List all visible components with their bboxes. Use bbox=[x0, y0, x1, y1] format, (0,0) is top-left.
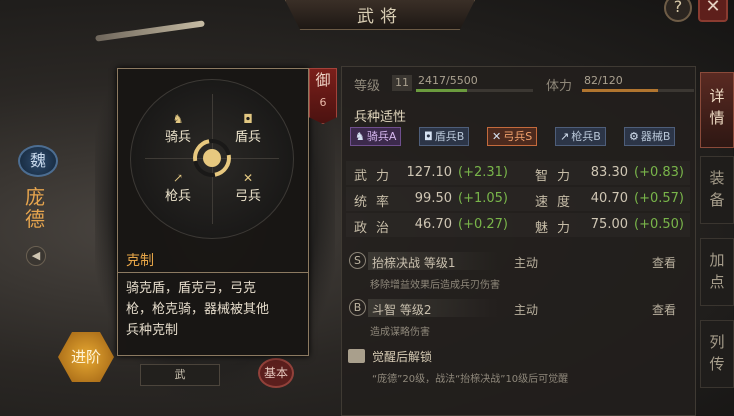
stamina-bar-fill bbox=[582, 89, 659, 92]
help-button[interactable]: ? bbox=[664, 0, 692, 22]
stat-value: 40.70 bbox=[590, 191, 628, 206]
tab-biography[interactable]: 列传 bbox=[700, 320, 734, 388]
level-value: 11 bbox=[392, 75, 412, 91]
horse-icon: ♞ bbox=[172, 112, 184, 126]
speaker-icon[interactable]: ◀ bbox=[26, 246, 46, 266]
stat-value: 83.30 bbox=[590, 165, 628, 180]
awakening-title: 觉醒后解锁 bbox=[372, 350, 433, 364]
stat-name: 魅力 bbox=[535, 221, 580, 236]
stat-value: 46.70 bbox=[414, 217, 452, 232]
bow-icon: ✕ bbox=[242, 171, 254, 185]
stat-value: 75.00 bbox=[590, 217, 628, 232]
shield-icon: ◘ bbox=[243, 112, 253, 126]
faction-badge: 魏 bbox=[18, 145, 58, 177]
stat-value: 127.10 bbox=[406, 165, 453, 180]
page-title: 武将 bbox=[357, 7, 403, 27]
affinity-chip-spear[interactable]: ↗ 枪兵B bbox=[555, 127, 606, 146]
affinity-chip-shield[interactable]: ◘ 盾兵B bbox=[419, 127, 470, 146]
close-button[interactable]: ✕ bbox=[698, 0, 728, 22]
restraint-title: 克制 bbox=[126, 253, 154, 269]
unit-shield: ◘ 盾兵 bbox=[225, 112, 271, 146]
affinity-chip-cavalry[interactable]: ♞ 骑兵A bbox=[350, 127, 402, 146]
stat-name: 速度 bbox=[535, 195, 580, 210]
stat-value: 99.50 bbox=[414, 191, 452, 206]
stat-name: 统率 bbox=[354, 195, 399, 210]
machine-icon: ⚙ bbox=[629, 130, 639, 143]
spear-icon: ↗ bbox=[172, 171, 184, 185]
stat-bonus: (+2.31) bbox=[458, 165, 508, 180]
skill-description: 造成谋略伤害 bbox=[370, 327, 430, 338]
spear-icon: ↗ bbox=[560, 130, 570, 143]
skill-type: 主动 bbox=[514, 303, 539, 317]
affinity-chip-bow[interactable]: ✕ 弓兵S bbox=[487, 127, 538, 146]
exp-text: 2417/5500 bbox=[418, 74, 478, 87]
restraint-description: 骑克盾，盾克弓，弓克 枪，枪克骑，器械被其他 兵种克制 bbox=[126, 281, 270, 338]
hero-stamp: 基本 bbox=[258, 358, 294, 388]
stamina-label: 体力 bbox=[546, 79, 573, 94]
exp-bar-fill bbox=[416, 89, 468, 92]
tab-details[interactable]: 详情 bbox=[700, 72, 734, 148]
stat-bonus: (+1.05) bbox=[458, 191, 508, 206]
unit-spear: ↗ 枪兵 bbox=[155, 171, 201, 205]
stat-bonus: (+0.50) bbox=[634, 217, 684, 232]
awakening-description: “庞德”20级，战法“抬榇决战”10级后可觉醒 bbox=[372, 374, 569, 385]
horse-icon: ♞ bbox=[355, 130, 365, 143]
cycle-icon-core bbox=[203, 149, 221, 167]
tab-points[interactable]: 加点 bbox=[700, 238, 734, 306]
unit-bow: ✕ 弓兵 bbox=[225, 171, 271, 205]
affinity-chip-machine[interactable]: ⚙ 器械B bbox=[624, 127, 676, 146]
bow-icon: ✕ bbox=[492, 130, 502, 143]
skill-view-button[interactable]: 查看 bbox=[652, 254, 676, 271]
stat-name: 武力 bbox=[354, 169, 399, 184]
hero-weapon-art bbox=[95, 20, 205, 42]
affinity-title: 兵种适性 bbox=[354, 110, 407, 125]
skill-grade-icon: S bbox=[349, 252, 366, 269]
stat-bonus: (+0.27) bbox=[458, 217, 508, 232]
tab-equipment[interactable]: 装备 bbox=[700, 156, 734, 224]
skill-name[interactable]: 斗智 等级2 bbox=[372, 301, 431, 318]
hero-name: 庞德 bbox=[25, 185, 45, 231]
hero-bottom-tag: 武 bbox=[140, 364, 220, 386]
stat-name: 智力 bbox=[535, 169, 580, 184]
stat-bonus: (+0.57) bbox=[634, 191, 684, 206]
skill-name[interactable]: 抬榇决战 等级1 bbox=[372, 254, 455, 271]
stamina-text: 82/120 bbox=[584, 74, 623, 87]
level-label: 等级 bbox=[354, 79, 381, 94]
skill-grade-icon: B bbox=[349, 299, 366, 316]
skill-type: 主动 bbox=[514, 256, 539, 270]
skill-description: 移除增益效果后造成兵刃伤害 bbox=[370, 280, 500, 291]
shield-icon: ◘ bbox=[424, 130, 433, 143]
tooltip-divider bbox=[118, 272, 308, 273]
stat-name: 政治 bbox=[354, 221, 399, 236]
unit-cavalry: ♞ 骑兵 bbox=[155, 112, 201, 146]
stat-bonus: (+0.83) bbox=[634, 165, 684, 180]
skill-view-button[interactable]: 查看 bbox=[652, 301, 676, 318]
defense-badge: 御 6 bbox=[309, 68, 337, 124]
book-icon bbox=[348, 349, 365, 363]
